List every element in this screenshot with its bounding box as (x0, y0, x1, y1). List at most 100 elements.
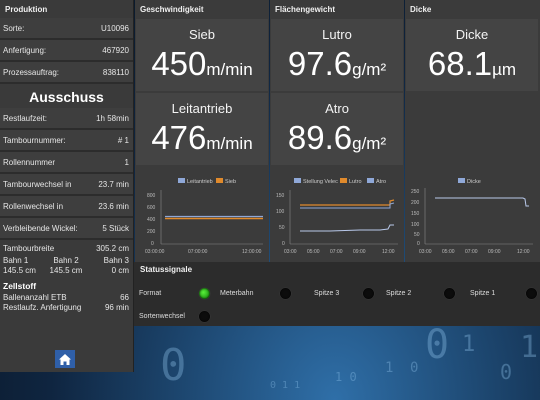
signal-sortenwechsel-label: Sortenwechsel (139, 313, 185, 320)
rollennummer-label: Rollennummer (3, 157, 56, 167)
wickel-label: Verbleibende Wickel: (3, 223, 78, 233)
tambournummer-value: # 1 (117, 135, 129, 145)
y-tick-0: 0 (282, 241, 285, 247)
dicke-chart: Dicke 250 200 150 100 50 0 03:00 05:00 0… (405, 168, 539, 260)
restlaufz-anfertigung-label: Restlaufz. Anfertigung (3, 303, 82, 312)
ballenanzahl-label: Ballenanzahl ETB (3, 293, 67, 302)
legend-dicke: Dicke (467, 179, 481, 185)
ballenanzahl-row: Ballenanzahl ETB 66 (0, 293, 133, 303)
y-tick-100: 100 (411, 222, 420, 228)
legend-leitantrieb: Leitantrieb (187, 179, 213, 185)
bahn-2-label: Bahn 2 (53, 256, 79, 265)
dicke-header: Dicke (410, 5, 432, 14)
y-tick-200: 200 (147, 229, 156, 235)
lutro-label: Lutro (322, 27, 352, 42)
y-tick-50: 50 (414, 232, 420, 238)
y-tick-50: 50 (279, 225, 285, 231)
sorte-row: Sorte: U10096 (0, 18, 133, 40)
tambourwechsel-label: Tambourwechsel in (3, 179, 72, 189)
status-header: Statussignale (140, 265, 193, 274)
x-tick-1200: 12:00 (517, 249, 530, 255)
sieb-value: 450 (151, 45, 207, 82)
legend-swatch-atro (367, 178, 374, 183)
series-stellung-velec-line (300, 224, 394, 232)
dicke-chart-svg: Dicke 250 200 150 100 50 0 03:00 05:00 0… (411, 178, 533, 255)
rollenwechsel-row: Rollenwechsel in 23.6 min (0, 196, 133, 218)
signal-extra-led (526, 288, 537, 299)
y-tick-100: 100 (276, 209, 285, 215)
legend-stellung-velec: Stellung Velec (303, 179, 338, 185)
dicke-value: 68.1 (427, 45, 493, 82)
sieb-label: Sieb (188, 27, 216, 42)
series-dicke-line (435, 197, 529, 207)
legend-lutro: Lutro (349, 179, 362, 185)
lutro-value: 97.6 (287, 45, 353, 82)
dicke-tile: Dicke 68.1µm (406, 19, 538, 91)
tambournummer-row: Tambournummer: # 1 (0, 130, 133, 152)
y-tick-150: 150 (411, 211, 420, 217)
restlaufzeit-value: 1h 58min (96, 113, 129, 123)
lutro-tile: Lutro 97.6g/m² (271, 19, 403, 91)
restlaufzeit-row: Restlaufzeit: 1h 58min (0, 108, 133, 130)
status-panel: Statussignale Format Meterbahn Spitze 3 … (134, 262, 540, 326)
tambourbreite-value: 305.2 cm (96, 244, 129, 253)
signal-format-label: Format (139, 290, 162, 297)
anfertigung-row: Anfertigung: 467920 (0, 40, 133, 62)
bahn-3-label: Bahn 3 (103, 256, 129, 265)
prozessauftrag-value: 838110 (102, 67, 129, 77)
geschwindigkeit-panel: Geschwindigkeit Sieb 450m/min Leitantrie… (135, 0, 269, 262)
x-tick-1200: 12:00:00 (242, 249, 262, 255)
x-tick-0900: 09:00 (488, 249, 501, 255)
x-tick-0700: 07:00 (465, 249, 478, 255)
atro-label: Atro (325, 101, 349, 116)
legend-swatch-sieb (216, 178, 223, 183)
anfertigung-label: Anfertigung: (3, 45, 47, 55)
sieb-unit: m/min (206, 60, 253, 79)
x-tick-0300: 03:00 (284, 249, 297, 255)
signal-format-led (199, 288, 210, 299)
rollenwechsel-label: Rollenwechsel in (3, 201, 64, 211)
legend-swatch-lutro (340, 178, 347, 183)
bahn-2-value: 145.5 cm (49, 266, 83, 275)
bahn-3-value: 0 cm (111, 266, 129, 275)
signal-spitze3-led (363, 288, 374, 299)
anfertigung-value: 467920 (102, 45, 129, 55)
x-tick-0700: 07:00 (330, 249, 343, 255)
legend-swatch-leitantrieb (178, 178, 185, 183)
tambourwechsel-value: 23.7 min (98, 179, 129, 189)
x-tick-0300: 03:00 (419, 249, 432, 255)
y-tick-400: 400 (147, 217, 156, 223)
home-icon (59, 353, 71, 365)
ausschuss-title: Ausschuss (29, 89, 104, 105)
production-header: Produktion (5, 5, 48, 14)
legend-sieb: Sieb (225, 179, 236, 185)
rollenwechsel-value: 23.6 min (98, 201, 129, 211)
bahn-1-label: Bahn 1 (3, 256, 29, 265)
y-tick-150: 150 (276, 193, 285, 199)
x-tick-0500: 05:00 (307, 249, 320, 255)
restlaufz-anfertigung-value: 96 min (104, 303, 129, 312)
signal-spitze2-label: Spitze 2 (386, 290, 412, 297)
leitantrieb-unit: m/min (206, 134, 253, 153)
home-button[interactable] (55, 350, 75, 368)
flaechengewicht-header: Flächengewicht (275, 5, 336, 14)
geschwindigkeit-chart: Leitantrieb Sieb 800 600 400 200 0 03:00… (135, 168, 269, 260)
geschwindigkeit-header: Geschwindigkeit (140, 5, 204, 14)
atro-unit: g/m² (352, 134, 387, 153)
flaechengewicht-panel: Flächengewicht Lutro 97.6g/m² Atro 89.6g… (270, 0, 404, 262)
restlaufzeit-label: Restlaufzeit: (3, 113, 48, 123)
leitantrieb-label: Leitantrieb (171, 101, 233, 116)
signal-sortenwechsel-led (199, 311, 210, 322)
signal-spitze3-label: Spitze 3 (314, 290, 340, 297)
leitantrieb-value: 476 (151, 119, 207, 156)
leitantrieb-tile: Leitantrieb 476m/min (136, 93, 268, 165)
bahn-1-value: 145.5 cm (3, 266, 36, 275)
wickel-value: 5 Stück (102, 223, 129, 233)
x-tick-0300: 03:00:00 (145, 249, 165, 255)
rollennummer-row: Rollennummer 1 (0, 152, 133, 174)
tambourbreite-label: Tambourbreite (3, 244, 55, 253)
y-tick-0: 0 (417, 241, 420, 247)
signal-spitze1-label: Spitze 1 (470, 290, 496, 297)
signal-meterbahn-led (280, 288, 291, 299)
bahn-grid: Bahn 1 Bahn 2 Bahn 3 145.5 cm 145.5 cm 0… (0, 253, 133, 276)
